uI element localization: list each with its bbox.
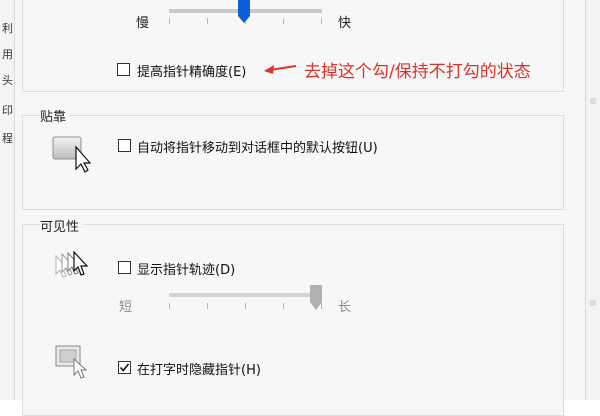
visibility-group (22, 224, 564, 416)
trail-long-label: 长 (338, 300, 352, 315)
speed-slow-label: 慢 (136, 16, 150, 31)
visibility-title: 可见性 (40, 216, 84, 235)
enhance-precision-checkbox[interactable] (117, 63, 130, 76)
clipped-text: 程 (2, 132, 13, 145)
background-window-edge: 利 用 头 印 程 (0, 0, 15, 400)
pointer-trails-checkbox[interactable] (118, 261, 131, 274)
clipped-text: 用 (2, 48, 13, 61)
clipped-text: 印 (2, 104, 13, 117)
clipped-text: 头 (2, 74, 13, 87)
annotation-arrow (264, 65, 297, 74)
snap-to-icon (52, 136, 92, 173)
annotation-text: 去掉这个勾/保持不打勾的状态 (304, 62, 531, 82)
pointer-trails-icon (55, 250, 89, 278)
trail-short-label: 短 (119, 300, 133, 315)
pointer-trails-label[interactable]: 显示指针轨迹(D) (137, 259, 235, 278)
hide-pointer-icon (55, 345, 88, 379)
enhance-precision-label[interactable]: 提高指针精确度(E) (137, 61, 246, 80)
snap-to-group (22, 115, 564, 210)
trail-length-slider-track[interactable] (169, 293, 322, 297)
trail-length-slider-thumb[interactable] (309, 285, 323, 311)
speed-slider-thumb[interactable] (237, 0, 251, 24)
hide-while-typing-checkbox[interactable] (118, 361, 131, 374)
snap-to-label[interactable]: 自动将指针移动到对话框中的默认按钮(U) (137, 137, 378, 156)
clipped-text: 利 (2, 22, 13, 35)
speed-fast-label: 快 (338, 16, 352, 31)
snap-to-checkbox[interactable] (118, 139, 131, 152)
window-scroll-edge (585, 0, 600, 400)
hide-while-typing-label[interactable]: 在打字时隐藏指针(H) (137, 359, 261, 378)
snap-to-title: 贴靠 (40, 106, 71, 125)
